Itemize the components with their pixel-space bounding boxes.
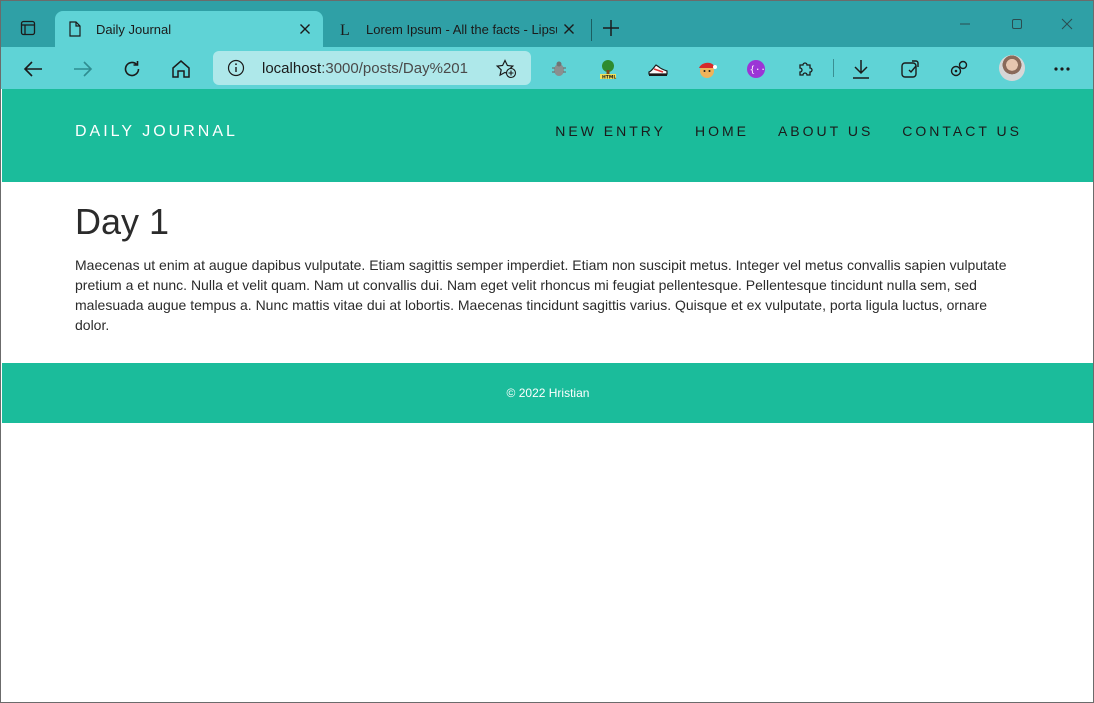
home-button[interactable] [167,55,195,83]
plus-icon [603,20,619,36]
download-icon [853,60,869,79]
close-window-button[interactable] [1047,11,1087,37]
tab-divider [591,19,592,41]
tab-actions-icon [20,20,36,36]
new-tab-button[interactable] [599,16,623,40]
browser-toolbar: localhost:3000/posts/Day%201 HTML {··} [1,47,1093,89]
ellipsis-icon [1054,67,1070,71]
santa-extension-icon[interactable] [693,55,721,83]
bug-extension-icon[interactable] [545,55,573,83]
post-title: Day 1 [75,201,170,242]
svg-text:L: L [340,22,350,37]
svg-text:{··}: {··} [750,66,766,76]
tab-actions-button[interactable] [13,15,43,41]
collections-button[interactable] [896,55,924,83]
close-tab-icon[interactable] [293,17,317,41]
browser-window: Daily Journal L Lorem Ipsum - All the fa… [0,0,1094,703]
tab-lorem-ipsum[interactable]: L Lorem Ipsum - All the facts - Lipsum [325,11,587,47]
downloads-button[interactable] [847,55,875,83]
post-content: Day 1 Maecenas ut enim at augue dapibus … [75,202,1025,335]
home-icon [172,60,190,78]
svg-text:HTML: HTML [602,74,616,80]
forward-arrow-icon [74,61,93,77]
nav-contact-us[interactable]: CONTACT US [902,123,1022,139]
nav-new-entry[interactable]: NEW ENTRY [555,123,666,139]
puzzle-extensions-icon[interactable] [792,55,820,83]
url-text[interactable]: localhost:3000/posts/Day%201 [262,60,468,77]
nav-about-us[interactable]: ABOUT US [778,123,873,139]
info-icon[interactable] [227,59,245,77]
code-brackets-extension-icon[interactable]: {··} [742,55,770,83]
more-options-button[interactable] [1048,55,1076,83]
url-path: :3000/posts/Day%201 [321,60,468,77]
minimize-button[interactable] [945,11,985,37]
back-arrow-icon [23,61,42,77]
tab-daily-journal[interactable]: Daily Journal [55,11,323,47]
close-icon [1061,18,1073,30]
site-brand-link[interactable]: DAILY JOURNAL [75,123,238,141]
close-tab-icon[interactable] [557,17,581,41]
post-body: Maecenas ut enim at augue dapibus vulput… [75,257,1007,333]
add-favorite-icon[interactable] [495,59,517,79]
profile-avatar[interactable] [999,55,1025,81]
refresh-button[interactable] [118,55,146,83]
refresh-icon [124,61,140,77]
site-header: DAILY JOURNAL NEW ENTRY HOME ABOUT US CO… [2,89,1093,182]
forward-button[interactable] [69,55,97,83]
web-page: DAILY JOURNAL NEW ENTRY HOME ABOUT US CO… [2,89,1093,702]
settings-sync-button[interactable] [945,55,973,83]
nav-home[interactable]: HOME [695,123,749,139]
collections-icon [901,60,919,78]
lipsum-l-icon: L [337,21,353,37]
settings-sync-icon [950,60,968,77]
maximize-icon [1012,19,1022,29]
footer-copyright: © 2022 Hristian [506,386,590,400]
tab-title: Lorem Ipsum - All the facts - Lipsum [366,21,557,37]
site-nav: NEW ENTRY HOME ABOUT US CONTACT US [526,123,1022,139]
address-bar[interactable]: localhost:3000/posts/Day%201 [213,51,531,85]
minimize-icon [960,23,970,25]
back-button[interactable] [19,55,47,83]
url-host: localhost [262,60,322,77]
sneaker-extension-icon[interactable] [644,55,672,83]
tab-strip: Daily Journal L Lorem Ipsum - All the fa… [1,1,1093,47]
page-icon [67,21,83,37]
maximize-button[interactable] [997,11,1037,37]
toolbar-divider [833,59,834,77]
html-tree-extension-icon[interactable]: HTML [594,55,622,83]
tab-title: Daily Journal [96,21,172,37]
site-footer: © 2022 Hristian [2,363,1093,423]
